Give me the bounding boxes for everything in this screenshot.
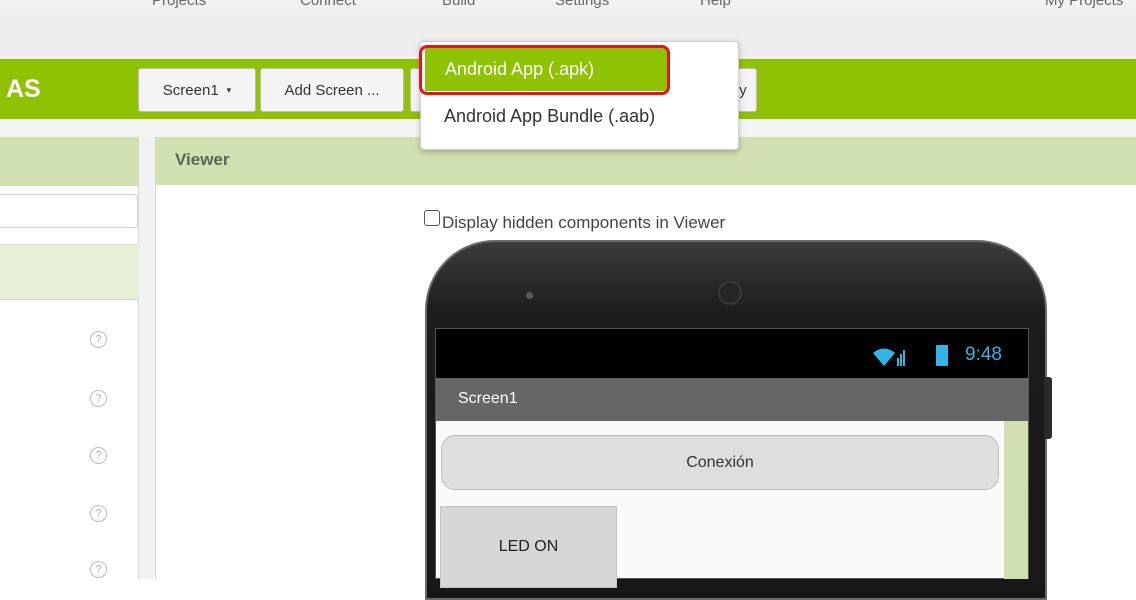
viewer-scrollbar[interactable]	[1004, 421, 1028, 579]
palette-header	[0, 137, 139, 186]
display-hidden-checkbox[interactable]	[424, 210, 440, 226]
help-icon[interactable]: ?	[90, 505, 107, 522]
menu-my-projects[interactable]: My Projects	[1045, 0, 1123, 9]
conexion-button[interactable]: Conexión	[441, 435, 999, 490]
menu-item-android-app-bundle-aab[interactable]: Android App Bundle (.aab)	[444, 106, 655, 127]
screen-select-dropdown[interactable]: Screen1 ▾	[138, 68, 256, 112]
phone-side-button	[1044, 377, 1052, 439]
project-name: AS	[6, 75, 41, 103]
status-clock: 9:48	[965, 344, 1002, 365]
menu-connect[interactable]: Connect	[300, 0, 356, 9]
led-on-button[interactable]: LED ON	[440, 506, 617, 588]
menu-settings[interactable]: Settings	[555, 0, 609, 9]
palette-search-input[interactable]	[0, 194, 138, 228]
help-icon[interactable]: ?	[90, 447, 107, 464]
menu-help[interactable]: Help	[700, 0, 731, 9]
help-icon[interactable]: ?	[90, 390, 107, 407]
palette-category-header[interactable]	[0, 245, 139, 300]
menu-build[interactable]: Build	[442, 0, 475, 9]
app-title-bar	[436, 378, 1028, 421]
phone-sensor	[526, 292, 533, 299]
viewer-title: Viewer	[175, 150, 230, 169]
display-hidden-label[interactable]: Display hidden components in Viewer	[442, 213, 725, 233]
chevron-down-icon: ▾	[226, 84, 232, 95]
annotation-highlight-box	[419, 45, 670, 95]
panel-gutter	[139, 137, 155, 579]
app-screen-title: Screen1	[458, 390, 518, 407]
screen-select-label: Screen1	[162, 81, 219, 99]
wifi-signal-icon	[873, 348, 905, 366]
help-icon[interactable]: ?	[90, 561, 107, 578]
add-screen-button[interactable]: Add Screen ...	[260, 68, 404, 112]
toolbar-button-partial-label: y	[739, 81, 747, 99]
phone-camera	[718, 281, 742, 305]
menu-projects[interactable]: Projects	[152, 0, 206, 9]
battery-icon	[936, 345, 948, 366]
top-menu-bar: Projects Connect Build Settings Help My …	[0, 0, 1136, 9]
help-icon[interactable]: ?	[90, 331, 107, 348]
